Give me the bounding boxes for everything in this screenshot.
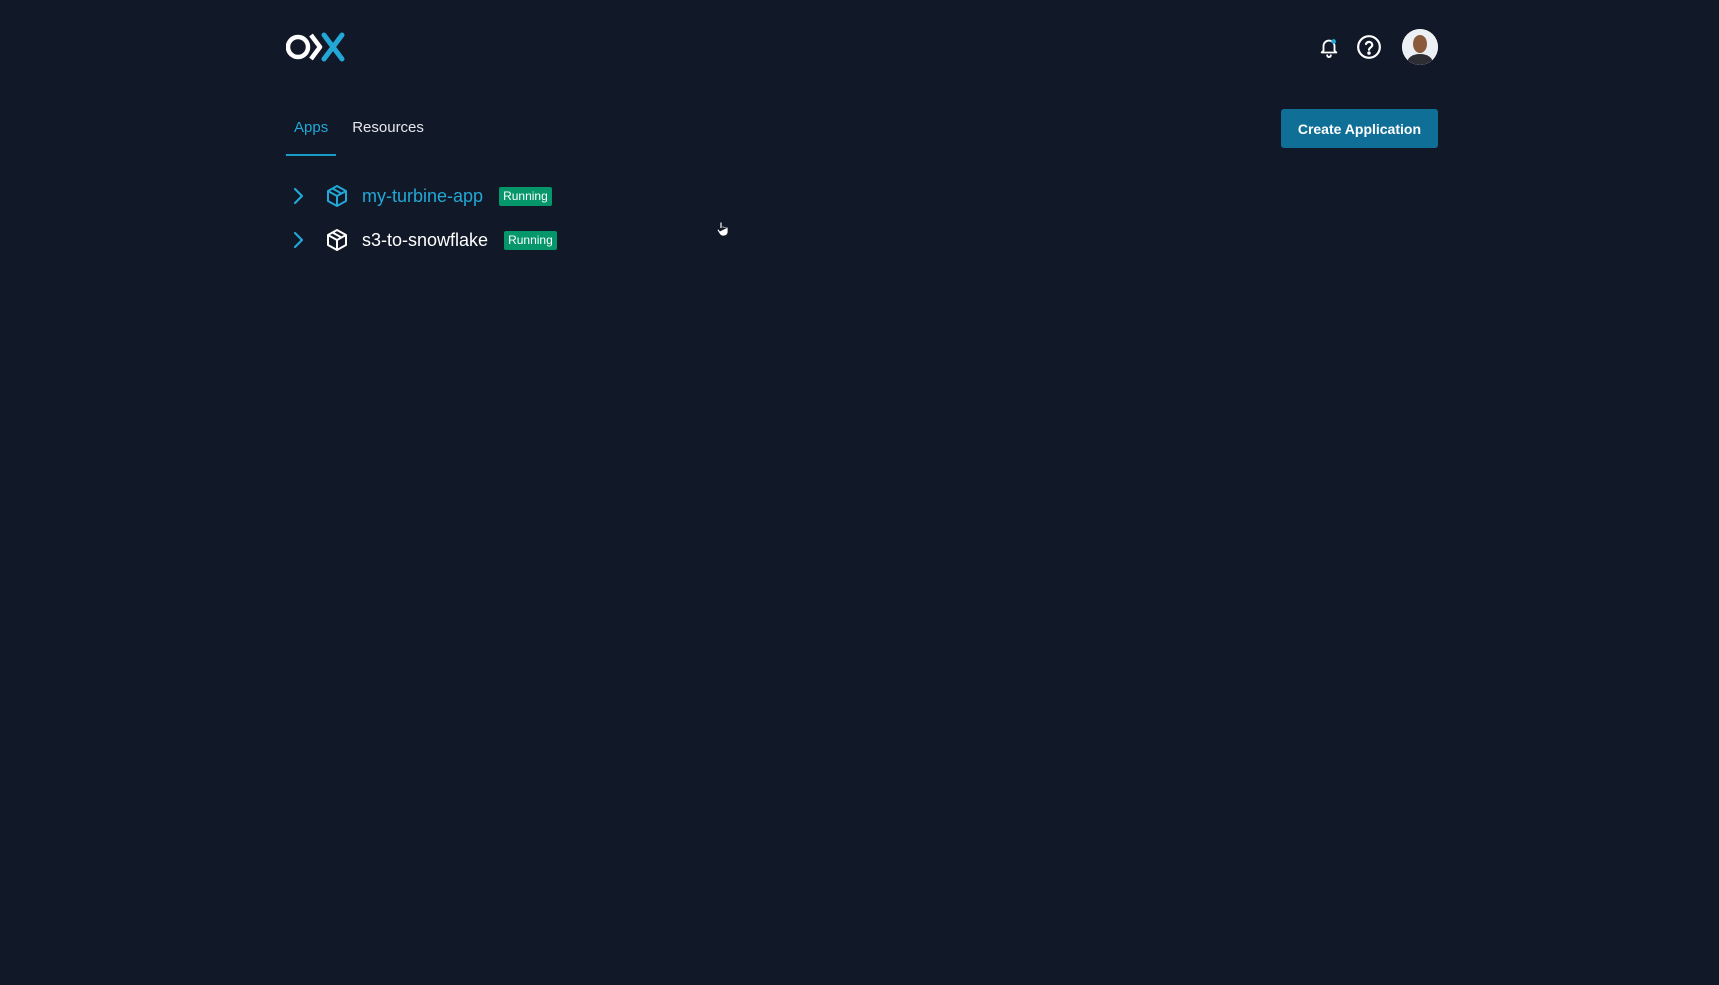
package-icon — [327, 185, 347, 207]
hand-pointer-icon — [716, 221, 729, 237]
app-list: my-turbine-app Running s3-to-snowflake R… — [286, 174, 986, 262]
tab-resources[interactable]: Resources — [344, 108, 432, 154]
app-page: Apps Resources Create Application my-tur… — [0, 0, 1719, 985]
expand-button[interactable] — [287, 229, 309, 251]
notifications-button[interactable] — [1314, 32, 1344, 62]
app-icon-wrapper — [324, 227, 350, 253]
user-avatar[interactable] — [1402, 29, 1438, 65]
app-row: my-turbine-app Running — [286, 174, 986, 218]
app-row: s3-to-snowflake Running — [286, 218, 986, 262]
help-button[interactable] — [1354, 32, 1384, 62]
create-application-button[interactable]: Create Application — [1280, 109, 1438, 148]
ox-logo-icon[interactable] — [286, 32, 346, 62]
app-name-link[interactable]: my-turbine-app — [362, 186, 483, 207]
tab-bar: Apps Resources — [286, 108, 440, 156]
status-badge: Running — [504, 230, 557, 250]
app-name-link[interactable]: s3-to-snowflake — [362, 230, 488, 251]
avatar-image-icon — [1402, 29, 1438, 65]
tab-apps[interactable]: Apps — [286, 108, 337, 156]
status-badge: Running — [499, 186, 552, 206]
chevron-right-icon — [293, 231, 304, 249]
chevron-right-icon — [293, 187, 304, 205]
bell-icon — [1320, 39, 1338, 58]
expand-button[interactable] — [287, 185, 309, 207]
main-container: Apps Resources Create Application my-tur… — [286, 0, 1438, 985]
package-icon — [327, 229, 347, 251]
app-icon-wrapper — [324, 183, 350, 209]
top-header — [286, 28, 1438, 66]
header-actions — [1304, 28, 1438, 66]
help-circle-icon — [1357, 35, 1381, 59]
